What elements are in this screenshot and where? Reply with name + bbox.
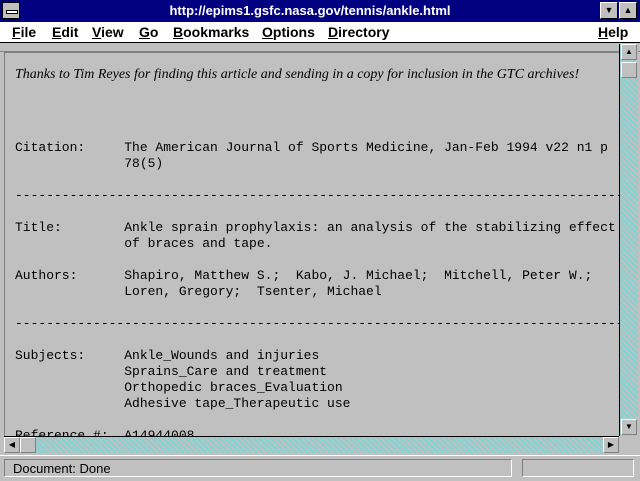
- menu-file[interactable]: File: [12, 24, 36, 40]
- scroll-up-icon[interactable]: ▲: [621, 44, 637, 60]
- progress-indicator: [522, 459, 634, 477]
- menu-bookmarks[interactable]: Bookmarks: [173, 24, 249, 40]
- title-bar: http://epims1.gsfc.nasa.gov/tennis/ankle…: [0, 0, 640, 23]
- separator-line: ----------------------------------------…: [15, 316, 619, 331]
- vertical-scroll-thumb[interactable]: [621, 62, 637, 78]
- horizontal-scroll-thumb[interactable]: [20, 437, 36, 453]
- menu-view[interactable]: View: [92, 24, 124, 40]
- title-block: Title: Ankle sprain prophylaxis: an anal…: [15, 220, 616, 251]
- scroll-down-icon[interactable]: ▼: [621, 419, 637, 435]
- system-menu-icon[interactable]: [2, 2, 20, 19]
- status-bar: Document: Done: [0, 455, 640, 481]
- scroll-right-icon[interactable]: ▶: [603, 437, 619, 453]
- menu-directory[interactable]: Directory: [328, 24, 389, 40]
- minimize-icon[interactable]: ▼: [600, 2, 618, 19]
- separator-line: ----------------------------------------…: [15, 188, 619, 203]
- toolbar-divider: [0, 43, 640, 52]
- intro-text: Thanks to Tim Reyes for finding this art…: [15, 67, 580, 82]
- subjects-block: Subjects: Ankle_Wounds and injuries Spra…: [15, 348, 351, 411]
- vertical-scrollbar[interactable]: ▲ ▼: [619, 44, 638, 436]
- authors-block: Authors: Shapiro, Matthew S.; Kabo, J. M…: [15, 268, 593, 299]
- menu-edit[interactable]: Edit: [52, 24, 78, 40]
- scroll-left-icon[interactable]: ◀: [4, 437, 20, 453]
- menu-go[interactable]: Go: [139, 24, 158, 40]
- menu-help[interactable]: Help: [598, 24, 628, 40]
- scrollbar-corner: [620, 436, 638, 453]
- status-text: Document: Done: [4, 459, 512, 477]
- window-title: http://epims1.gsfc.nasa.gov/tennis/ankle…: [169, 3, 451, 18]
- horizontal-scrollbar[interactable]: ◀ ▶: [4, 436, 619, 453]
- menu-bar: File Edit View Go Bookmarks Options Dire…: [0, 22, 640, 43]
- citation-block: Citation: The American Journal of Sports…: [15, 140, 608, 171]
- menu-options[interactable]: Options: [262, 24, 315, 40]
- maximize-icon[interactable]: ▲: [619, 2, 637, 19]
- document-view[interactable]: Thanks to Tim Reyes for finding this art…: [4, 52, 619, 437]
